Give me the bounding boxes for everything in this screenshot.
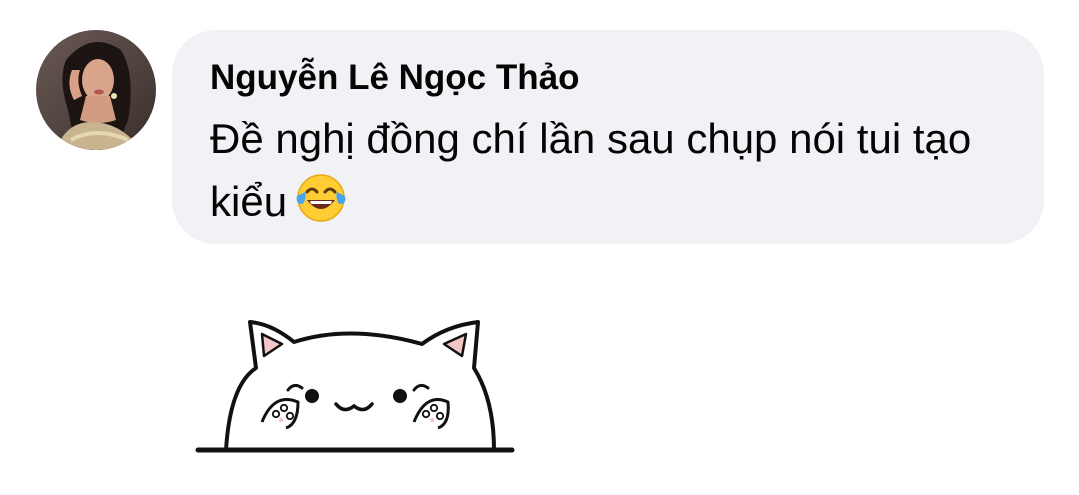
comment-author-name[interactable]: Nguyễn Lê Ngọc Thảo [210, 54, 1004, 102]
avatar[interactable] [36, 30, 156, 150]
comment-text-container: Đề nghị đồng chí lần sau chụp nói tui tạ… [210, 108, 1004, 233]
peeking-cat-sticker[interactable] [190, 310, 520, 460]
face-with-tears-of-joy-icon [293, 170, 349, 226]
cat-icon [195, 320, 515, 453]
comment-bubble[interactable]: Nguyễn Lê Ngọc Thảo Đề nghị đồng chí lần… [172, 30, 1044, 244]
profile-photo-icon [36, 30, 156, 150]
